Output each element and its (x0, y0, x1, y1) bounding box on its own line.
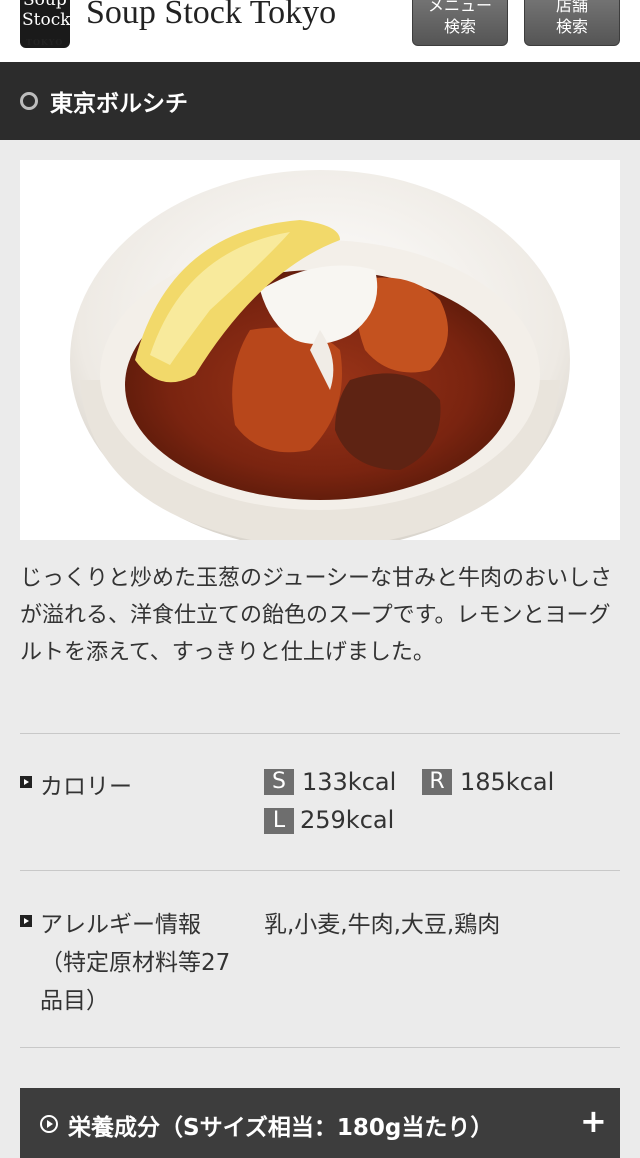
product-description: じっくりと炒めた玉葱のジューシーな甘みと牛肉のおいしさが溢れる、洋食仕立ての飴色… (20, 566, 613, 665)
ring-icon (20, 92, 38, 110)
page-title: 東京ボルシチ (50, 91, 188, 117)
nutrition-label: 栄養成分（Sサイズ相当：180g当たり） (68, 1115, 494, 1141)
menu-search-button[interactable]: メニュー 検索 (412, 0, 508, 46)
divider-1 (20, 733, 620, 734)
play-square-icon (20, 915, 32, 927)
divider-2 (20, 870, 620, 871)
soup-cup-illustration (20, 160, 620, 540)
logo-line1: Soup (23, 0, 67, 10)
logo-line2: Stock (22, 10, 71, 30)
calorie-value-l: 259kcal (300, 806, 395, 834)
page-title-bar: 東京ボルシチ (0, 62, 640, 140)
app-header: Soup Stock TOKYO Soup Stock Tokyo メニュー 検… (0, 0, 640, 62)
allergy-label-line3: 品目） (40, 988, 109, 1014)
brand-name[interactable]: Soup Stock Tokyo (86, 0, 336, 32)
store-search-button[interactable]: 店舗 検索 (524, 0, 620, 46)
allergy-label-line1: アレルギー情報 (40, 912, 201, 938)
logo-subtitle: TOKYO (26, 37, 64, 47)
play-circle-icon (40, 1115, 58, 1133)
calorie-value-r: 185kcal (460, 768, 555, 796)
size-badge-l: L (264, 808, 294, 834)
allergy-label-line2: （特定原材料等27 (40, 950, 231, 976)
calorie-value-s: 133kcal (302, 768, 397, 796)
allergy-value: 乳,小麦,牛肉,大豆,鶏肉 (264, 912, 501, 938)
play-square-icon (20, 776, 32, 788)
size-badge-s: S (264, 769, 294, 795)
menu-search-label-2: 検索 (443, 17, 476, 36)
size-badge-r: R (422, 769, 452, 795)
soup-photo (20, 160, 620, 540)
store-search-label-1: 店舗 (555, 0, 588, 15)
store-search-label-2: 検索 (555, 17, 588, 36)
menu-search-label-1: メニュー (427, 0, 492, 15)
calorie-label: カロリー (40, 774, 132, 800)
nutrition-accordion[interactable]: 栄養成分（Sサイズ相当：180g当たり） + (20, 1088, 620, 1158)
divider-3 (20, 1047, 620, 1048)
plus-icon[interactable]: + (580, 1102, 607, 1140)
